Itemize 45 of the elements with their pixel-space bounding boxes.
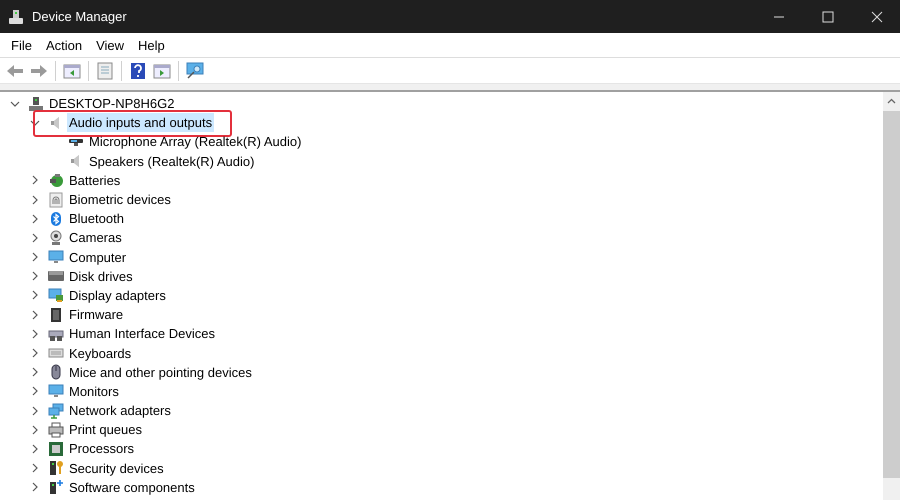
display-adapter-icon: [48, 287, 64, 304]
tree-item[interactable]: Keyboards: [67, 344, 134, 363]
app-icon: [8, 8, 24, 24]
chip-icon: [48, 306, 64, 323]
menu-item[interactable]: File: [4, 34, 39, 56]
tree-item[interactable]: Speakers (Realtek(R) Audio): [87, 152, 256, 171]
tree-item[interactable]: Audio inputs and outputs: [67, 113, 214, 132]
menu-item[interactable]: Action: [38, 34, 90, 56]
scan-hardware-button[interactable]: [184, 60, 206, 82]
tree-item[interactable]: Processors: [67, 439, 136, 458]
bluetooth-icon: [48, 210, 64, 227]
tree-item[interactable]: Microphone Array (Realtek(R) Audio): [87, 132, 304, 152]
tree-item[interactable]: Bluetooth: [67, 209, 126, 228]
printer-icon: [48, 422, 64, 438]
tree-item[interactable]: Computer: [67, 248, 128, 267]
key-icon: [48, 460, 64, 476]
tree-item[interactable]: Human Interface Devices: [67, 324, 217, 344]
close-icon: [871, 10, 883, 22]
window-title: Device Manager: [32, 9, 128, 24]
fingerprint-icon: [48, 192, 64, 208]
maximize-icon: [822, 10, 834, 22]
computer-icon: [28, 96, 44, 112]
monitor-icon: [48, 249, 64, 266]
chevron-up-icon: [887, 98, 896, 104]
tree-item[interactable]: Monitors: [67, 382, 121, 401]
tree-item[interactable]: Disk drives: [67, 266, 135, 286]
tree-item[interactable]: DESKTOP-NP8H6G2: [47, 94, 176, 114]
tree-item[interactable]: Cameras: [67, 228, 124, 248]
webcam-icon: [48, 230, 64, 246]
menu-item[interactable]: Help: [131, 34, 172, 56]
tree-item[interactable]: Mice and other pointing devices: [67, 362, 254, 382]
tree-item[interactable]: Firmware: [67, 305, 126, 324]
tree-item[interactable]: Security devices: [67, 458, 166, 478]
tree-item[interactable]: Software components: [67, 478, 197, 497]
tower-icon: [48, 479, 64, 496]
tree-item[interactable]: Print queues: [67, 420, 144, 440]
tree-item[interactable]: Biometric devices: [67, 190, 173, 210]
tree-item[interactable]: Network adapters: [67, 401, 173, 420]
processor-icon: [48, 440, 64, 457]
network-icon: [48, 402, 64, 419]
scrollbar-thumb[interactable]: [883, 111, 900, 478]
tree-item[interactable]: Batteries: [67, 170, 122, 190]
tree-item[interactable]: Display adapters: [67, 286, 168, 305]
monitor-icon: [48, 383, 64, 400]
menu-item[interactable]: View: [89, 34, 132, 56]
